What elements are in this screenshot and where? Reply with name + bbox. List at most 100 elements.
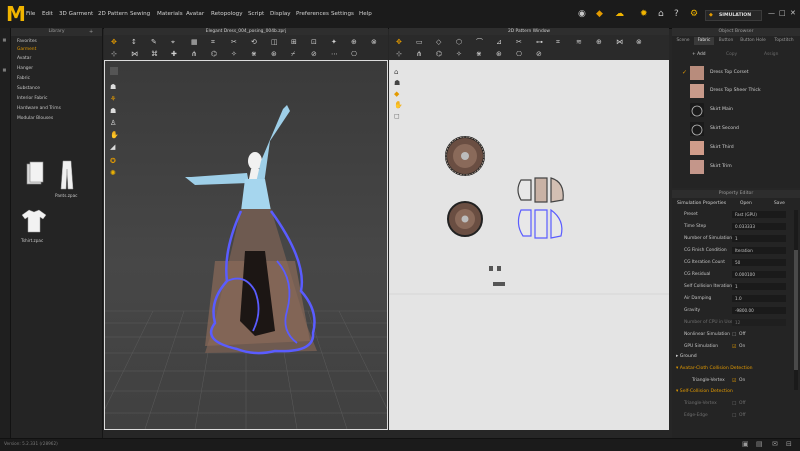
- library-item-fabric[interactable]: Fabric: [17, 76, 30, 81]
- menu-display[interactable]: Display: [270, 0, 291, 28]
- close-icon[interactable]: ✕: [790, 9, 796, 17]
- cloud-icon[interactable]: ☁: [615, 9, 624, 19]
- fabric-item[interactable]: Skirt Main: [690, 103, 790, 119]
- svg-text:☗: ☗: [110, 83, 116, 91]
- pattern-bodice-pieces[interactable]: [517, 177, 564, 239]
- library-add-icon[interactable]: +: [89, 29, 93, 35]
- menu-sewing[interactable]: Sewing: [130, 0, 150, 28]
- tab-scene[interactable]: Scene: [674, 37, 692, 45]
- home-icon[interactable]: ⌂: [658, 9, 664, 19]
- property-editor-title: Property Editor: [672, 190, 800, 198]
- prop-value[interactable]: 0.033333: [732, 223, 786, 230]
- prop-value[interactable]: Fast (GPU): [732, 211, 786, 218]
- scroll-thumb[interactable]: [794, 250, 798, 370]
- menu-2d-pattern[interactable]: 2D Pattern: [98, 0, 128, 28]
- 3d-side-tools[interactable]: ☗ ⚘ ☗ ♙ ✋ ◢ ✪ ✺: [110, 67, 119, 177]
- tab-button[interactable]: Button: [716, 37, 736, 45]
- 2d-pattern-viewport[interactable]: ⌂ ☗ ◆ ✋ ◻: [389, 60, 669, 430]
- prop-value[interactable]: -9800.00: [732, 307, 786, 314]
- menu-retopology[interactable]: Retopology: [211, 0, 243, 28]
- library-item-interior-fabric[interactable]: Interior Fabric: [17, 96, 47, 101]
- fabric-item[interactable]: Skirt Third: [690, 141, 790, 157]
- 2d-side-tools[interactable]: ⌂ ☗ ◆ ✋ ◻: [394, 68, 403, 120]
- menu-avatar[interactable]: Avatar: [186, 0, 204, 28]
- prop-value[interactable]: Iteration: [732, 247, 786, 254]
- avatar-figure[interactable]: [185, 105, 317, 355]
- strip-tab-library[interactable]: ■: [2, 38, 7, 43]
- library-item-hardware-trims[interactable]: Hardware and Trims: [17, 106, 61, 111]
- open-button[interactable]: Open: [740, 201, 752, 206]
- menu-settings[interactable]: Settings: [331, 0, 354, 28]
- notification-icon[interactable]: ✉: [772, 440, 778, 448]
- save-button[interactable]: Save: [774, 201, 785, 206]
- section-ground[interactable]: ▸ Ground: [676, 354, 697, 359]
- help-icon[interactable]: ?: [674, 9, 679, 19]
- checkbox-icon[interactable]: ☐: [732, 411, 736, 421]
- svg-text:⊶: ⊶: [536, 38, 543, 46]
- gift-icon[interactable]: ▣: [742, 440, 749, 448]
- 2d-pattern-scene: ⌂ ☗ ◆ ✋ ◻: [389, 68, 669, 295]
- menu-script[interactable]: Script: [248, 0, 264, 28]
- menu-materials[interactable]: Materials: [157, 0, 183, 28]
- sun-icon[interactable]: ✹: [640, 9, 648, 19]
- library-item-substance[interactable]: Substance: [17, 86, 40, 91]
- pants-label: Pants.zpac: [55, 193, 78, 198]
- object-browser-title: Object Browser: [672, 28, 800, 36]
- library-item-hanger[interactable]: Hanger: [17, 66, 33, 71]
- copy-button[interactable]: Copy: [726, 52, 737, 57]
- pattern-circle-bottom[interactable]: [447, 201, 483, 237]
- checkbox-icon[interactable]: ☐: [732, 330, 736, 340]
- prop-value[interactable]: 1.0: [732, 295, 786, 302]
- tab-fabric[interactable]: Fabric: [694, 37, 714, 45]
- chat-icon[interactable]: ▤: [756, 440, 763, 448]
- menu-edit[interactable]: Edit: [42, 0, 53, 28]
- library-item-garment[interactable]: Garment: [17, 47, 36, 52]
- library-item-avatar[interactable]: Avatar: [17, 56, 31, 61]
- prop-value[interactable]: 50: [732, 259, 786, 266]
- 3d-viewport[interactable]: ☗ ⚘ ☗ ♙ ✋ ◢ ✪ ✺: [104, 60, 388, 430]
- library-item-modular-blouses[interactable]: Modular Blouses: [17, 116, 53, 121]
- prop-name: CG Finish Condition: [684, 248, 727, 253]
- mode-selector[interactable]: ◆ SIMULATION: [705, 10, 762, 21]
- menu-preferences[interactable]: Preferences: [296, 0, 329, 28]
- prop-value[interactable]: 0.000100: [732, 271, 786, 278]
- menu-help[interactable]: Help: [359, 0, 372, 28]
- svg-text:✎: ✎: [151, 38, 157, 46]
- user-icon[interactable]: ◉: [578, 9, 586, 19]
- property-scrollbar[interactable]: [794, 210, 798, 390]
- pattern-circle-top[interactable]: [445, 136, 485, 176]
- tshirt-thumb[interactable]: [21, 208, 47, 234]
- pattern-small-pieces[interactable]: [489, 266, 505, 286]
- fabric-item[interactable]: Skirt Second: [690, 122, 790, 138]
- 3d-toolbar-icons[interactable]: ✥ ↕ ✎ ⌖ ▦ ⌗ ✂ ⟲ ◫ ⊞ ⊡ ✦ ⊕ ⊗ ⊹ ⋈ ⌘ ✚ ⋔ ⌬ ✧ ⋇ ⊛ ⌿ ⊘ ⋯ ⎔: [104, 35, 388, 60]
- folder-thumb[interactable]: [25, 160, 45, 190]
- prop-name: Gravity: [684, 308, 701, 313]
- library-item-favorites[interactable]: Favorites: [17, 39, 37, 44]
- menu-3d-garment[interactable]: 3D Garment: [59, 0, 93, 28]
- checkbox-icon[interactable]: ☐: [732, 399, 736, 409]
- settings-icon[interactable]: ⚙: [690, 9, 698, 19]
- pants-thumb[interactable]: [55, 160, 79, 190]
- 2d-toolbar-icons[interactable]: ✥ ▭ ◇ ⬡ ⌒ ⊿ ✂ ⊶ ⌗ ≋ ⊕ ⋈ ⊗ ⊹ ⋔ ⌬ ✧ ⋇ ⊛ ⎔ ⊘: [389, 35, 669, 60]
- section-avatar-cloth[interactable]: ▾ Avatar-Cloth Collision Detection: [676, 366, 753, 371]
- fabric-item[interactable]: Dress Top Sheer Thick: [690, 84, 790, 100]
- maximize-icon[interactable]: □: [779, 9, 786, 17]
- menu-file[interactable]: File: [26, 0, 35, 28]
- checkbox-checked-icon[interactable]: ☑: [732, 342, 736, 352]
- checkbox-checked-icon[interactable]: ☑: [732, 376, 736, 386]
- folder-icon: [26, 161, 44, 185]
- fabric-item[interactable]: Dress Top Corset: [690, 66, 790, 82]
- tab-button-hole[interactable]: Button Hole: [738, 37, 768, 45]
- svg-text:⬡: ⬡: [456, 38, 462, 46]
- tab-topstitch[interactable]: Topstitch: [770, 37, 798, 45]
- section-self-collision[interactable]: ▾ Self-Collision Detection: [676, 389, 733, 394]
- assign-button[interactable]: Assign: [764, 52, 778, 57]
- minimize-icon[interactable]: —: [768, 9, 775, 17]
- badge-icon[interactable]: ◆: [596, 9, 603, 19]
- add-button[interactable]: + Add: [692, 52, 706, 57]
- prop-value[interactable]: 1: [732, 283, 786, 290]
- prop-value[interactable]: 1: [732, 235, 786, 242]
- fabric-item[interactable]: Skirt Trim: [690, 160, 790, 176]
- layout-icon[interactable]: ⊟: [786, 440, 792, 448]
- strip-tab-history[interactable]: ■: [2, 68, 7, 73]
